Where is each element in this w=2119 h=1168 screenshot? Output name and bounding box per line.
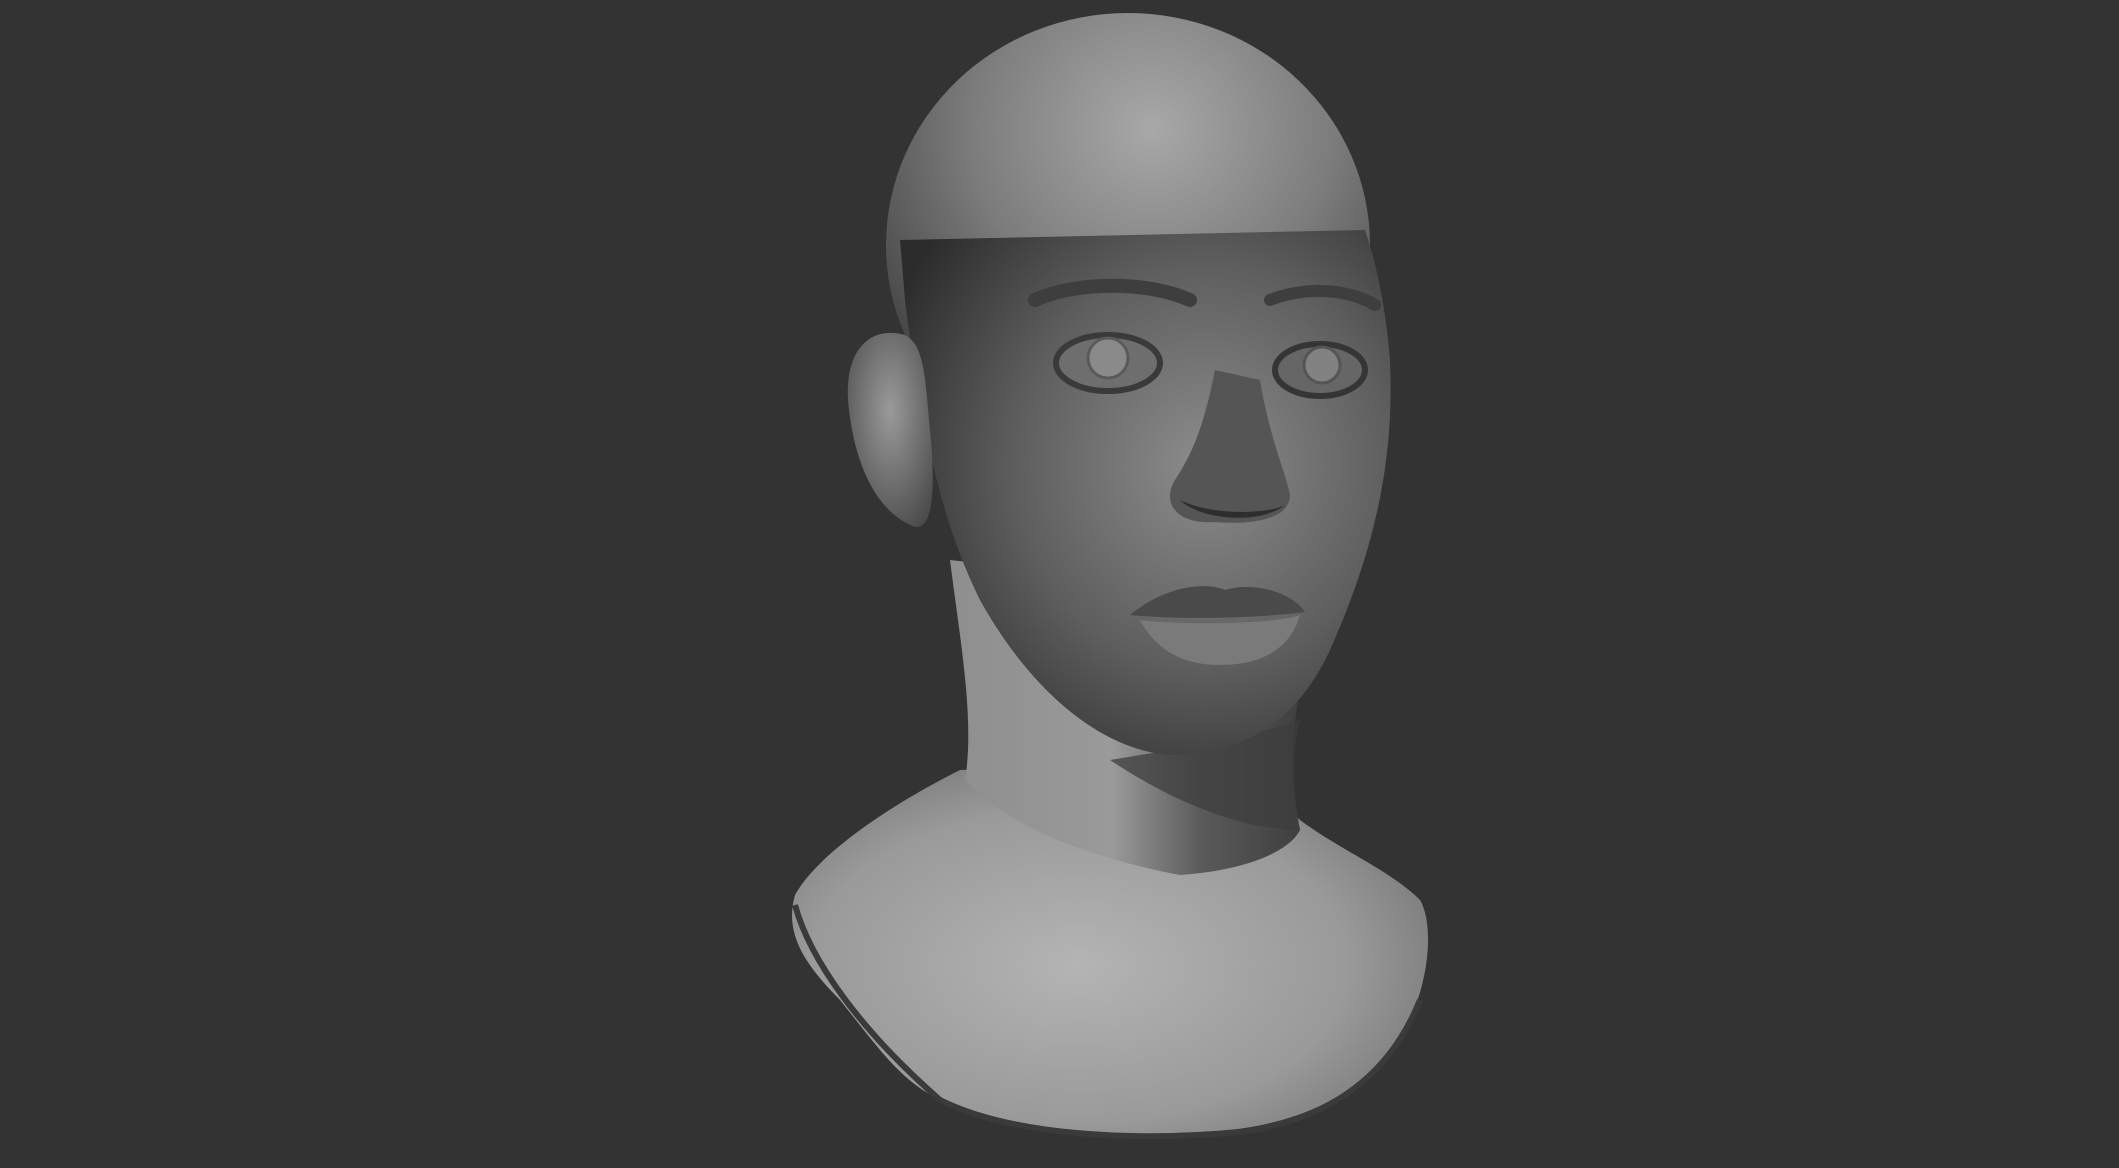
iris-right (1302, 345, 1342, 385)
iris-left (1086, 336, 1130, 380)
render-viewport (0, 0, 2119, 1168)
bust-ear (847, 332, 933, 528)
sculpt-render (792, 13, 1429, 1140)
